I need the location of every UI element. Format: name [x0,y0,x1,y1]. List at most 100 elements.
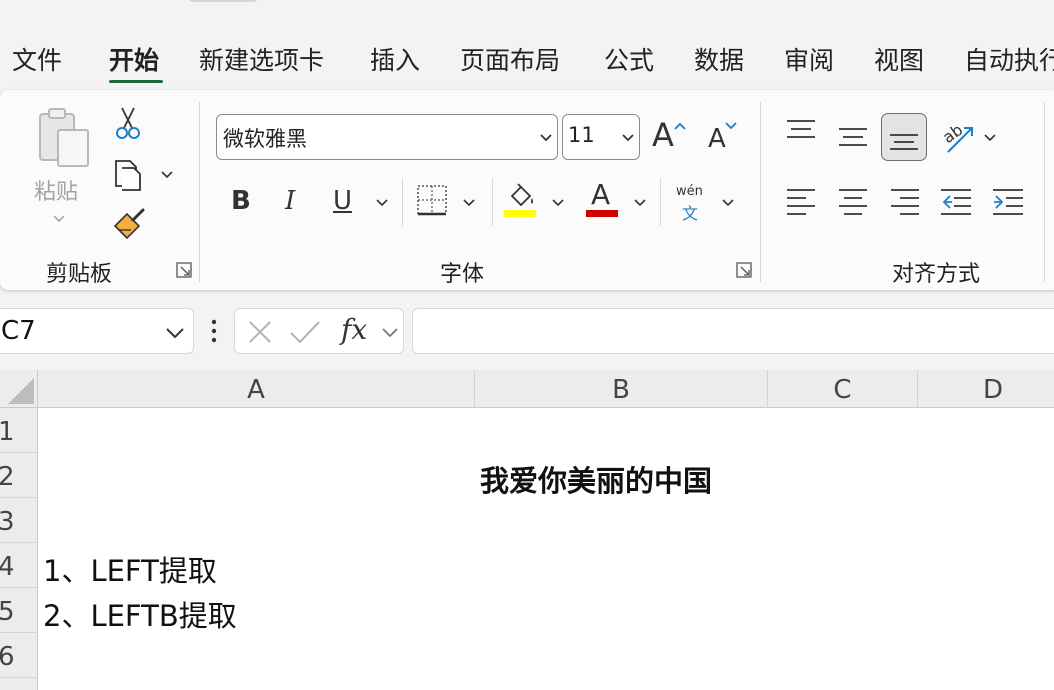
top-align-icon[interactable] [786,118,816,148]
enter-icon[interactable] [289,319,321,345]
orientation-dropdown-icon[interactable] [983,133,997,143]
row-header-4[interactable]: 4 [0,543,38,588]
highlight-color-bar [504,210,536,217]
select-all-triangle-icon [8,378,34,404]
chevron-down-icon [53,215,65,223]
row-header-3[interactable]: 3 [0,498,38,543]
tab-new-tab[interactable]: 新建选项卡 [199,44,324,78]
tab-formulas[interactable]: 公式 [604,44,654,78]
alignment-group-label: 对齐方式 [892,262,981,287]
title-bar [0,0,1054,36]
font-color-dropdown-icon[interactable] [633,198,647,208]
grow-font-label: A [652,116,674,154]
worksheet-grid[interactable]: 我爱你美丽的中国 1、LEFT提取 2、LEFTB提取 [38,408,1054,690]
column-header-d[interactable]: D [918,370,1054,408]
align-center-icon[interactable] [838,188,868,216]
font-group-label: 字体 [440,262,485,287]
cut-icon[interactable] [113,106,143,140]
name-box[interactable]: C7 [0,308,194,354]
format-painter-icon[interactable] [111,206,147,240]
font-color-button[interactable]: A [586,178,620,220]
formula-input[interactable] [412,308,1054,354]
button-separator [402,178,403,226]
tab-automate[interactable]: 自动执行 [964,44,1054,78]
formula-controls: fx [234,308,404,354]
column-header-row: A B C D [0,370,1054,408]
tab-review[interactable]: 审阅 [784,44,834,78]
row-number: 6 [0,642,15,672]
tab-home[interactable]: 开始 [109,44,159,78]
border-icon[interactable] [416,184,448,216]
paint-bucket-icon [510,183,533,207]
chevron-down-icon [622,134,634,142]
fill-color-dropdown-icon[interactable] [551,198,565,208]
shrink-font-button[interactable]: A [708,120,740,156]
group-separator [199,102,200,282]
clipboard-icon [39,108,89,167]
column-header-a[interactable]: A [38,370,475,408]
row-header-5[interactable]: 5 [0,588,38,633]
phonetic-guide-button[interactable]: wén 文 [674,184,708,224]
grow-font-button[interactable]: A [652,116,688,156]
tab-file[interactable]: 文件 [12,44,62,78]
ribbon: 粘贴 剪贴板 微软雅黑 11 A A B I U A wén 文 字体 ab 对… [0,90,1054,290]
row-header-7[interactable] [0,678,38,690]
underline-dropdown-icon[interactable] [375,198,389,208]
phonetic-dropdown-icon[interactable] [721,198,735,208]
active-tab-indicator [109,80,163,83]
select-all-button[interactable] [0,370,38,408]
bold-button[interactable]: B [231,186,251,216]
column-header-b[interactable]: B [475,370,768,408]
cell-a4: 1、LEFT提取 [43,554,217,588]
row-number: 3 [0,507,15,537]
row-header-6[interactable]: 6 [0,633,38,678]
phonetic-bottom-label: 文 [682,204,699,223]
chevron-down-icon [540,134,552,142]
group-separator [1044,102,1045,282]
font-dialog-launcher-icon[interactable] [736,262,752,278]
font-size-select[interactable]: 11 [562,114,640,160]
align-left-icon[interactable] [786,188,816,216]
copy-icon[interactable] [110,156,146,192]
column-header-c[interactable]: C [768,370,918,408]
font-name-select[interactable]: 微软雅黑 [216,114,558,160]
align-right-icon[interactable] [890,188,920,216]
cell-title-text: 我爱你美丽的中国 [480,464,713,498]
copy-dropdown-icon[interactable] [160,170,174,180]
bottom-align-icon [890,134,918,150]
row-header-1[interactable]: 1 [0,408,38,453]
cancel-icon[interactable] [247,319,273,345]
window-grip[interactable] [188,0,258,2]
font-color-label: A [591,178,611,211]
insert-function-button[interactable]: fx [341,313,367,346]
border-dropdown-icon[interactable] [462,198,476,208]
font-size-value: 11 [568,123,595,147]
row-number: 4 [0,552,15,582]
clipboard-dialog-launcher-icon[interactable] [176,262,192,278]
paste-button[interactable]: 粘贴 [28,104,98,244]
name-box-value: C7 [1,316,36,346]
orientation-icon[interactable]: ab [940,118,976,154]
group-separator [760,102,761,282]
row-number: 1 [0,417,15,447]
tab-insert[interactable]: 插入 [370,44,420,78]
italic-button[interactable]: I [285,186,295,216]
tab-data[interactable]: 数据 [694,44,744,78]
caret-down-icon [725,122,737,130]
clipboard-group-label: 剪贴板 [46,262,113,287]
bottom-align-button[interactable] [881,113,927,161]
underline-button[interactable]: U [333,186,352,216]
increase-indent-icon[interactable] [992,188,1024,216]
decrease-indent-icon[interactable] [940,188,972,216]
more-options-icon[interactable] [210,318,218,344]
paste-label: 粘贴 [34,180,79,205]
chevron-down-icon[interactable] [381,327,399,339]
shrink-font-label: A [708,124,726,154]
row-header-2[interactable]: 2 [0,453,38,498]
chevron-down-icon [166,328,184,339]
tab-view[interactable]: 视图 [874,44,924,78]
tab-page-layout[interactable]: 页面布局 [460,44,560,78]
middle-align-icon[interactable] [838,122,868,152]
fill-color-button[interactable] [504,182,538,220]
row-number: 5 [0,597,15,627]
